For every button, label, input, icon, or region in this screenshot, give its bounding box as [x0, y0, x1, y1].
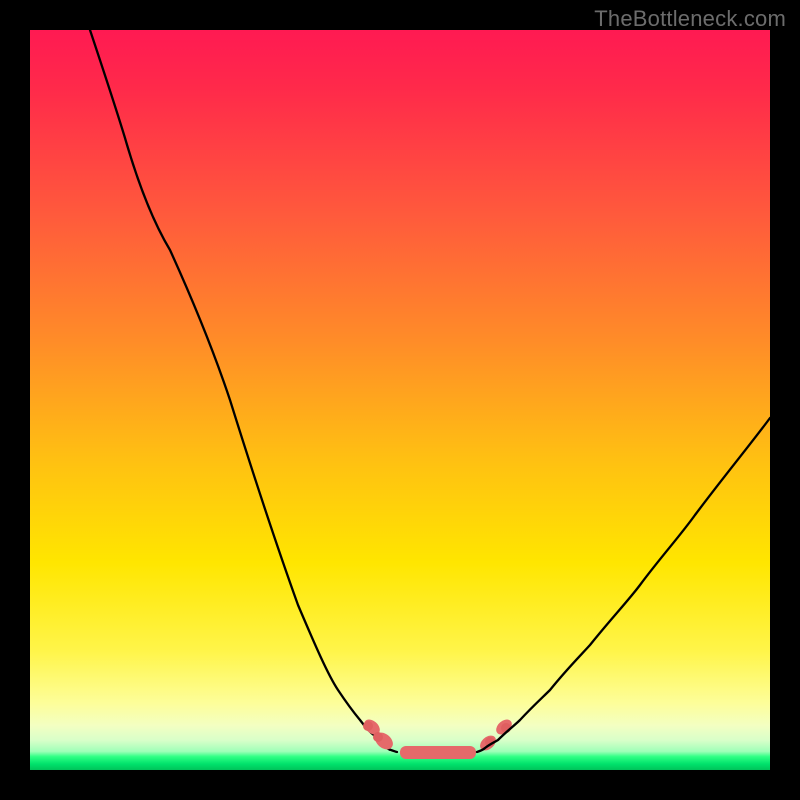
marker-left-lower	[373, 732, 383, 742]
plot-area	[30, 30, 770, 770]
left-curve	[90, 30, 397, 752]
plateau-bar	[400, 746, 476, 759]
chart-frame: TheBottleneck.com	[0, 0, 800, 800]
watermark-label: TheBottleneck.com	[594, 6, 786, 32]
right-curve	[477, 418, 770, 752]
curve-layer	[30, 30, 770, 770]
marker-left-upper	[363, 721, 373, 731]
